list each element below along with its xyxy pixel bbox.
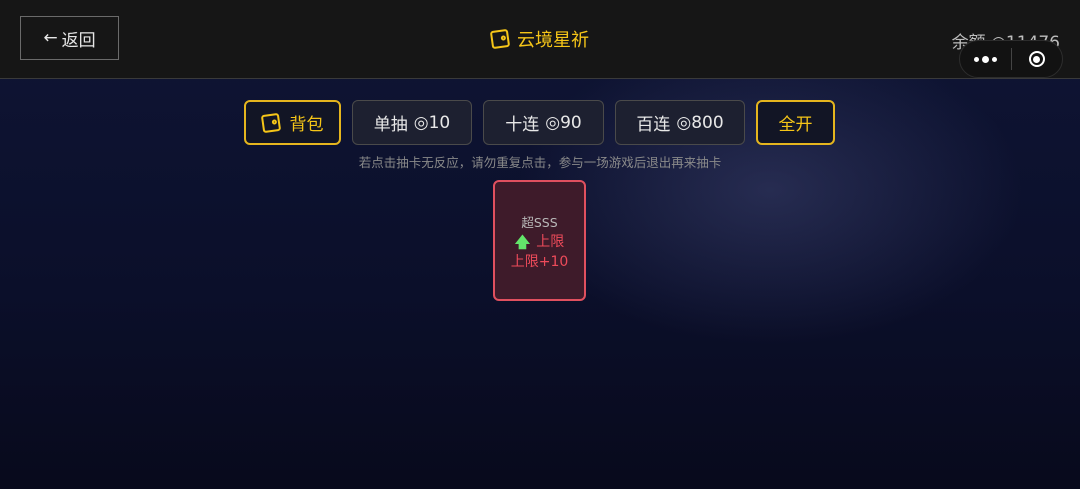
back-label: 返回 — [61, 30, 96, 51]
bag-icon — [260, 112, 281, 133]
hundred-draw-button[interactable]: 百连 ◎800 — [615, 100, 745, 145]
single-draw-cost: ◎10 — [413, 112, 451, 133]
hundred-draw-label: 百连 — [636, 115, 671, 135]
mini-program-capsule — [959, 40, 1063, 78]
hint-text: 若点击抽卡无反应，请勿重复点击，参与一场游戏后退出再来抽卡 — [358, 155, 722, 170]
card-rarity: 超SSS — [521, 215, 558, 230]
arrow-left-icon: ← — [43, 28, 58, 48]
card-limit-row: 🡅 上限 — [515, 232, 564, 252]
ten-draw-label: 十连 — [505, 115, 540, 135]
up-arrow-icon: 🡅 — [514, 233, 531, 251]
reward-card[interactable]: 超SSS 🡅 上限 上限+10 — [493, 180, 586, 301]
hundred-draw-cost: ◎800 — [676, 112, 724, 133]
target-icon — [1028, 51, 1045, 67]
more-dots-icon-center — [981, 55, 989, 63]
bag-button[interactable]: 背包 — [244, 100, 341, 145]
more-button[interactable] — [960, 41, 1011, 77]
top-bar: ← 返回 云境星祈 余额 ◎11476 — [0, 0, 1080, 79]
open-all-label: 全开 — [778, 115, 813, 135]
ten-draw-button[interactable]: 十连 ◎90 — [483, 100, 604, 145]
more-dots-icon-right — [991, 56, 997, 62]
bag-label: 背包 — [289, 115, 324, 135]
card-limit-label: 上限 — [536, 234, 565, 250]
bag-icon — [489, 28, 511, 50]
single-draw-button[interactable]: 单抽 ◎10 — [352, 100, 472, 145]
more-dots-icon — [973, 56, 979, 62]
card-bonus: 上限+10 — [510, 254, 569, 270]
page-title-text: 云境星祈 — [517, 30, 589, 51]
open-all-button[interactable]: 全开 — [756, 100, 835, 145]
ten-draw-cost: ◎90 — [545, 112, 582, 133]
back-button[interactable]: ← 返回 — [20, 16, 119, 60]
close-button[interactable] — [1011, 41, 1062, 77]
page-title: 云境星祈 — [0, 26, 1080, 52]
single-draw-label: 单抽 — [373, 115, 408, 135]
